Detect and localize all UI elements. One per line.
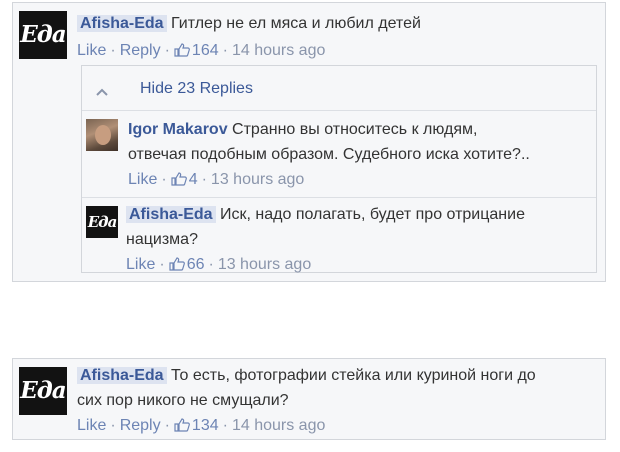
reply-actions: Like · 66 · 13 hours ago <box>126 252 594 279</box>
comment-text-line: Afisha-Eda То есть, фотографии стейка ил… <box>77 363 597 388</box>
reply-body: Afisha-Eda Иск, надо полагать, будет про… <box>126 202 594 279</box>
timestamp[interactable]: 14 hours ago <box>232 42 325 59</box>
comment-text: Гитлер не ел мяса и любил детей <box>171 15 421 32</box>
like-count[interactable]: 164 <box>192 42 219 59</box>
reply-text-line: Igor Makarov Странно вы относитесь к люд… <box>128 117 594 142</box>
chevron-up-icon <box>96 83 108 101</box>
like-count[interactable]: 66 <box>187 256 205 273</box>
afisha-eda-avatar[interactable]: Еда <box>86 206 118 238</box>
reply-actions: Like · 4 · 13 hours ago <box>128 167 594 194</box>
reply-text-line: Afisha-Eda Иск, надо полагать, будет про… <box>126 202 594 227</box>
like-link[interactable]: Like <box>77 42 106 59</box>
comment-text-line: сих пор никого не смущали? <box>77 392 289 409</box>
comment-text-line: Afisha-Eda Гитлер не ел мяса и любил дет… <box>77 11 597 36</box>
thumbs-up-icon[interactable] <box>174 40 190 65</box>
reply-item: Igor Makarov Странно вы относитесь к люд… <box>82 111 596 198</box>
reply-author[interactable]: Afisha-Eda <box>126 206 216 223</box>
reply-author[interactable]: Igor Makarov <box>128 121 228 138</box>
like-count[interactable]: 4 <box>189 171 198 188</box>
timestamp[interactable]: 13 hours ago <box>211 171 304 188</box>
thumbs-up-icon[interactable] <box>171 169 187 194</box>
reply-item: Еда Afisha-Eda Иск, надо полагать, будет… <box>82 198 596 273</box>
reply-link[interactable]: Reply <box>120 42 161 59</box>
reply-text: Иск, надо полагать, будет про отрицание <box>220 206 525 223</box>
comment-author[interactable]: Afisha-Eda <box>77 367 167 384</box>
reply-body: Igor Makarov Странно вы относитесь к люд… <box>128 117 594 194</box>
thumbs-up-icon[interactable] <box>174 415 190 440</box>
timestamp[interactable]: 13 hours ago <box>218 256 311 273</box>
like-link[interactable]: Like <box>128 171 157 188</box>
afisha-eda-avatar[interactable]: Еда <box>19 11 67 59</box>
igor-makarov-avatar[interactable] <box>86 119 118 151</box>
comment-body: Afisha-Eda Гитлер не ел мяса и любил дет… <box>77 11 597 65</box>
comment-text: То есть, фотографии стейка или куриной н… <box>171 367 536 384</box>
like-count[interactable]: 134 <box>192 417 219 434</box>
reply-link[interactable]: Reply <box>120 417 161 434</box>
like-link[interactable]: Like <box>77 417 106 434</box>
replies-panel: Hide 23 Replies Igor Makarov Странно вы … <box>81 65 597 273</box>
reply-text-line: нацизма? <box>126 231 198 248</box>
reply-text: Странно вы относитесь к людям, <box>232 121 478 138</box>
hide-replies-row[interactable]: Hide 23 Replies <box>82 66 596 111</box>
reply-text-line: отвечая подобным образом. Судебного иска… <box>128 146 530 163</box>
comment-card: Еда Afisha-Eda То есть, фотографии стейк… <box>12 358 606 440</box>
hide-replies-link[interactable]: Hide 23 Replies <box>140 77 253 101</box>
comment-card: Еда Afisha-Eda Гитлер не ел мяса и любил… <box>12 2 606 282</box>
timestamp[interactable]: 14 hours ago <box>232 417 325 434</box>
comment-body: Afisha-Eda То есть, фотографии стейка ил… <box>77 363 597 440</box>
thumbs-up-icon[interactable] <box>169 254 185 279</box>
like-link[interactable]: Like <box>126 256 155 273</box>
comment-actions: Like · Reply · 134 · 14 hours ago <box>77 413 597 440</box>
afisha-eda-avatar[interactable]: Еда <box>19 367 67 415</box>
comment-author[interactable]: Afisha-Eda <box>77 15 167 32</box>
comment-actions: Like · Reply · 164 · 14 hours ago <box>77 38 597 65</box>
